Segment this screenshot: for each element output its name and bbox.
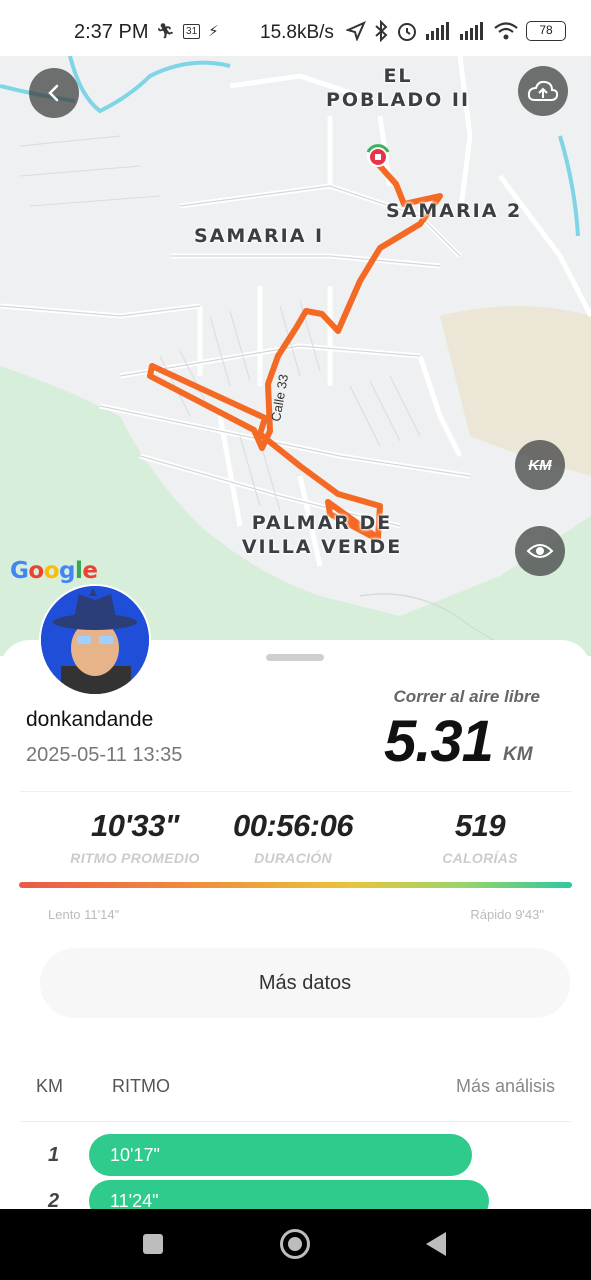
map-label-samaria-2: SAMARIA 2 — [386, 200, 523, 222]
status-bar: 2:37 PM 🏃︎ 31 ⚡︎ 15.8kB/s 78 — [0, 0, 591, 56]
map-label-el-poblado: EL POBLADO II — [325, 65, 471, 111]
distance-unit: KM — [503, 744, 533, 765]
more-data-button[interactable]: Más datos — [40, 948, 570, 1018]
map-label-samaria-1: SAMARIA I — [194, 225, 325, 247]
pace-gradient-bar — [19, 882, 572, 888]
chevron-left-icon — [48, 84, 59, 102]
splits-header-km: KM — [36, 1076, 63, 1096]
map-label-palmar-de-villa-verde: PALMAR DE VILLA VERDE — [241, 512, 403, 558]
activity-type: Correr al aire libre — [393, 687, 540, 706]
google-logo: Google — [10, 558, 98, 584]
visibility-toggle[interactable] — [515, 526, 565, 576]
divider — [20, 1121, 571, 1122]
divider — [20, 791, 571, 792]
system-back-button[interactable] — [426, 1232, 446, 1256]
sheet-handle[interactable] — [266, 654, 324, 661]
avatar[interactable] — [39, 584, 151, 696]
distance-value: 5.31 — [384, 709, 494, 774]
location-arrow-icon — [346, 21, 366, 41]
split-pace-bar: 10'17" — [89, 1134, 472, 1176]
more-analysis-link[interactable]: Más análisis — [456, 1076, 555, 1097]
recents-button[interactable] — [143, 1234, 163, 1254]
cloud-upload-icon — [527, 80, 559, 101]
network-speed: 15.8kB/s — [260, 22, 334, 43]
signal-icon — [426, 22, 449, 40]
fitness-app-icon: ⚡︎ — [208, 23, 219, 40]
stat-calories: 519 CALORÍAS — [442, 808, 518, 866]
splits-header-pace: RITMO — [112, 1076, 170, 1096]
upload-button[interactable] — [518, 66, 568, 116]
battery-icon: 78 — [526, 21, 566, 41]
bluetooth-icon — [375, 20, 388, 42]
route-map[interactable]: EL POBLADO II SAMARIA I SAMARIA 2 PALMAR… — [0, 56, 591, 656]
signal-icon-2 — [460, 22, 483, 40]
fastest-pace: Rápido 9'43" — [470, 907, 544, 922]
system-nav-bar — [0, 1209, 591, 1280]
back-button[interactable] — [29, 68, 79, 118]
activity-summary-sheet: donkandande 2025-05-11 13:35 Correr al a… — [0, 640, 591, 1222]
avatar-image — [41, 586, 149, 694]
calendar-icon: 31 — [183, 23, 201, 39]
km-markers-toggle[interactable]: KM — [515, 440, 565, 490]
activity-datetime: 2025-05-11 13:35 — [26, 744, 183, 766]
username: donkandande — [26, 708, 154, 731]
wifi-icon — [494, 22, 518, 40]
alarm-icon — [398, 23, 416, 41]
running-icon: 🏃︎ — [156, 23, 176, 40]
split-km-number: 1 — [48, 1144, 60, 1166]
status-time: 2:37 PM — [74, 21, 149, 43]
eye-icon — [526, 544, 554, 558]
start-marker-icon — [366, 144, 390, 167]
home-button[interactable] — [280, 1229, 310, 1259]
stat-duration: 00:56:06 DURACIÓN — [232, 808, 354, 866]
slowest-pace: Lento 11'14" — [48, 907, 120, 922]
stat-avg-pace: 10'33" RITMO PROMEDIO — [70, 808, 200, 866]
